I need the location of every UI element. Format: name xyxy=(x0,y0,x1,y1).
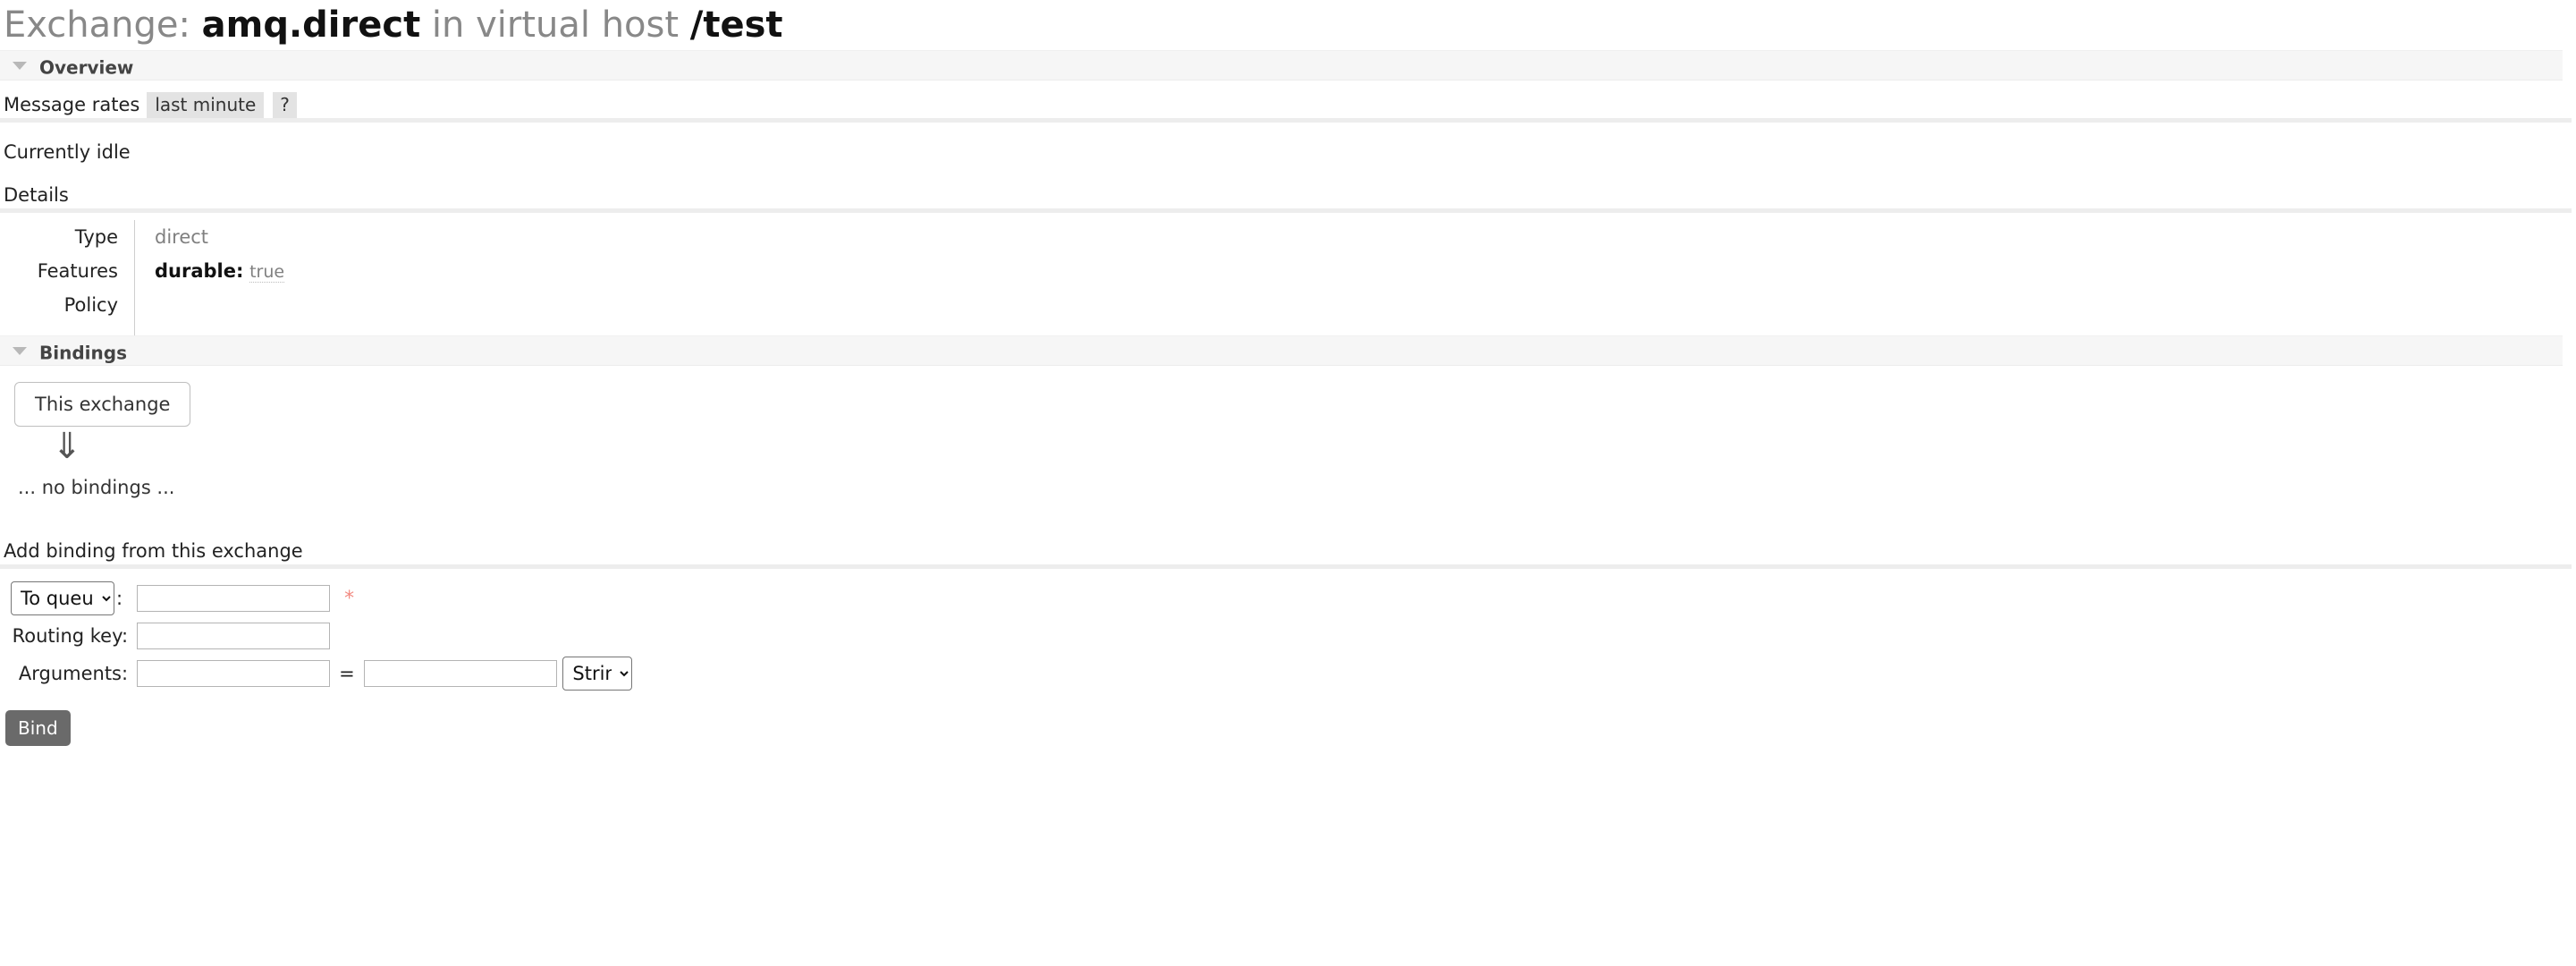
section-header-overview-label: Overview xyxy=(39,57,133,79)
details-row-type: Type direct xyxy=(4,220,284,254)
destination-required-cell: * xyxy=(330,581,632,623)
section-header-bindings-label: Bindings xyxy=(39,343,127,364)
rate-period-tab-last-minute[interactable]: last minute xyxy=(147,92,264,118)
bindings-source-node-wrap: This exchange xyxy=(0,382,2576,427)
details-label-features: Features xyxy=(4,254,135,288)
destination-kind-select[interactable]: To queue To exchange xyxy=(11,581,114,615)
page-title-prefix: Exchange: xyxy=(4,4,190,46)
details-heading: Details xyxy=(4,165,2576,208)
routing-key-input[interactable] xyxy=(137,623,330,649)
bind-button[interactable]: Bind xyxy=(5,710,71,746)
page-title-middle: in virtual host xyxy=(432,4,679,46)
add-binding-form: To queue To exchange : * Routing key: xyxy=(0,581,632,698)
feature-value-durable[interactable]: true xyxy=(249,262,284,283)
message-rates-label: Message rates xyxy=(4,94,139,115)
page-title: Exchange: amq.direct in virtual host /te… xyxy=(0,0,2576,50)
page-title-exchange-name: amq.direct xyxy=(202,4,421,46)
feature-name-durable: durable: xyxy=(155,260,243,282)
section-header-overview[interactable]: Overview xyxy=(0,50,2563,80)
rate-status-text: Currently idle xyxy=(4,123,2576,165)
argument-type-select[interactable]: String Number Boolean List xyxy=(562,657,632,691)
argument-value-cell: = String Number Boolean List xyxy=(330,657,632,698)
routing-key-spacer xyxy=(330,623,632,657)
bindings-diagram: This exchange ⇓ ... no bindings ... xyxy=(0,366,2576,498)
divider-under-details-heading xyxy=(0,208,2572,213)
arguments-label: Arguments: xyxy=(0,657,137,698)
triangle-down-icon xyxy=(13,347,27,355)
destination-input[interactable] xyxy=(137,585,330,612)
section-header-bindings[interactable]: Bindings xyxy=(0,335,2563,366)
routing-key-label: Routing key: xyxy=(0,623,137,657)
add-binding-heading: Add binding from this exchange xyxy=(4,538,2576,564)
details-label-policy: Policy xyxy=(4,288,135,335)
argument-value-input[interactable] xyxy=(364,660,557,687)
destination-kind-cell: To queue To exchange : xyxy=(0,581,137,623)
routing-key-input-cell xyxy=(137,623,330,657)
destination-colon: : xyxy=(114,588,128,609)
details-table: Type direct Features durable: true Polic… xyxy=(4,220,284,335)
details-label-type: Type xyxy=(4,220,135,254)
bindings-empty-text: ... no bindings ... xyxy=(18,477,2576,498)
destination-input-cell xyxy=(137,581,330,623)
argument-equals-sign: = xyxy=(330,663,364,684)
details-value-policy xyxy=(135,288,285,335)
details-row-features: Features durable: true xyxy=(4,254,284,288)
form-row-arguments: Arguments: = String Number Boolean List xyxy=(0,657,632,698)
required-marker: * xyxy=(330,588,354,610)
help-icon[interactable]: ? xyxy=(273,92,297,118)
message-rates-row: Message rates last minute ? xyxy=(4,80,2576,118)
form-row-destination: To queue To exchange : * xyxy=(0,581,632,623)
details-value-type: direct xyxy=(135,220,285,254)
details-row-policy: Policy xyxy=(4,288,284,335)
argument-key-input[interactable] xyxy=(137,660,330,687)
argument-key-cell xyxy=(137,657,330,698)
arrow-down-icon: ⇓ xyxy=(52,428,2576,464)
page-title-vhost: /test xyxy=(690,4,783,46)
triangle-down-icon xyxy=(13,62,27,70)
form-row-routing-key: Routing key: xyxy=(0,623,632,657)
bindings-source-node[interactable]: This exchange xyxy=(14,382,190,427)
details-value-features: durable: true xyxy=(135,254,285,288)
